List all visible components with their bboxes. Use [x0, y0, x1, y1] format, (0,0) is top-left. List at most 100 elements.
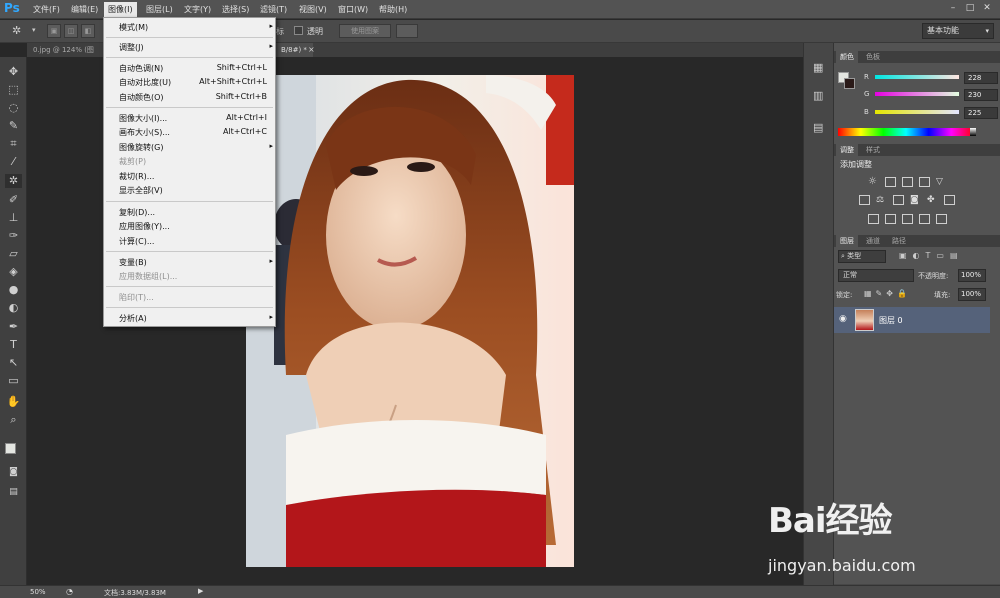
r-slider[interactable] [875, 75, 959, 79]
status-info-icon[interactable]: ◔ [66, 587, 73, 596]
layer-filter-icons[interactable]: ▣◐T▭▤ [899, 251, 964, 260]
color-spectrum-bar[interactable] [838, 128, 974, 136]
color-balance-icon[interactable]: ⚖ [876, 195, 887, 205]
invert-icon[interactable] [868, 214, 879, 224]
tab-document-1[interactable]: 0.jpg @ 124% (图 [27, 43, 100, 57]
shape-tool-icon[interactable]: ▭ [5, 374, 22, 388]
photo-filter-icon[interactable]: ◙ [910, 195, 921, 205]
eyedropper-tool-icon[interactable]: ⁄ [5, 155, 22, 169]
pen-tool-icon[interactable]: ✒ [5, 320, 22, 334]
tab-channels[interactable]: 通道 [862, 235, 884, 247]
crop-tool-icon[interactable]: ⌗ [5, 137, 22, 151]
tab-color[interactable]: 颜色 [836, 51, 858, 63]
b-value-input[interactable]: 225 [964, 107, 998, 119]
transparent-checkbox[interactable] [294, 26, 303, 35]
layer-filter-select[interactable]: ⌕ 类型 [838, 250, 886, 263]
history-brush-tool-icon[interactable]: ✑ [5, 229, 22, 243]
menu-item-image-rotation[interactable]: 图像旋转(G) ▸ [119, 142, 273, 153]
b-slider[interactable] [875, 110, 959, 114]
pattern-picker[interactable] [396, 24, 418, 38]
menu-select[interactable]: 选择(S) [222, 4, 249, 15]
layer-name[interactable]: 图层 0 [879, 315, 903, 326]
curves-icon[interactable] [902, 177, 913, 187]
menu-image[interactable]: 图像(I) [104, 2, 137, 17]
subtract-selection-icon[interactable]: ◧ [81, 24, 95, 38]
threshold-icon[interactable] [902, 214, 913, 224]
screen-mode-icon[interactable]: ▤ [5, 485, 22, 499]
g-value-input[interactable]: 230 [964, 89, 998, 101]
menu-filter[interactable]: 滤镜(T) [260, 4, 287, 15]
lock-icons[interactable]: ▦✎✥🔒 [864, 289, 911, 298]
black-white-icon[interactable] [893, 195, 904, 205]
eraser-tool-icon[interactable]: ▱ [5, 247, 22, 261]
blend-mode-select[interactable]: 正常 [838, 269, 914, 282]
tool-preset-dropdown-icon[interactable]: ▾ [32, 26, 36, 34]
selective-color-icon[interactable] [936, 214, 947, 224]
levels-icon[interactable] [885, 177, 896, 187]
tab-swatches[interactable]: 色板 [862, 51, 884, 63]
workspace-select[interactable]: 基本功能 ▾ [922, 23, 994, 39]
g-slider[interactable] [875, 92, 959, 96]
visibility-eye-icon[interactable]: ◉ [839, 314, 847, 324]
menu-item-trim[interactable]: 裁切(R)... [119, 171, 269, 182]
menu-item-canvas-size[interactable]: 画布大小(S)... Alt+Ctrl+C [119, 127, 269, 138]
brush-tool-icon[interactable]: ✐ [5, 193, 22, 207]
tab-layers[interactable]: 图层 [836, 235, 858, 247]
tab-styles[interactable]: 样式 [862, 144, 884, 156]
posterize-icon[interactable] [885, 214, 896, 224]
restore-icon[interactable]: □ [963, 3, 977, 14]
channel-mixer-icon[interactable]: ✤ [927, 195, 938, 205]
marquee-tool-icon[interactable]: ⬚ [5, 83, 22, 97]
menu-window[interactable]: 窗口(W) [338, 4, 368, 15]
blur-tool-icon[interactable]: ● [5, 283, 22, 297]
r-value-input[interactable]: 228 [964, 72, 998, 84]
document-image[interactable] [246, 75, 574, 567]
vibrance-icon[interactable]: ▽ [936, 177, 947, 187]
gradient-map-icon[interactable] [919, 214, 930, 224]
tab-paths[interactable]: 路径 [888, 235, 910, 247]
brightness-icon[interactable]: ☼ [868, 177, 879, 187]
patch-tool-icon[interactable]: ✲ [5, 174, 22, 188]
stamp-tool-icon[interactable]: ⊥ [5, 211, 22, 225]
fill-input[interactable]: 100% [958, 288, 986, 301]
use-pattern-button[interactable]: 使用图案 [339, 24, 391, 38]
color-lookup-icon[interactable] [944, 195, 955, 205]
zoom-level[interactable]: 50% [30, 588, 46, 596]
menu-item-auto-contrast[interactable]: 自动对比度(U) Alt+Shift+Ctrl+L [119, 77, 269, 88]
menu-item-analysis[interactable]: 分析(A) ▸ [119, 313, 273, 324]
menu-item-calculations[interactable]: 计算(C)... [119, 236, 269, 247]
gradient-tool-icon[interactable]: ◈ [5, 265, 22, 279]
move-tool-icon[interactable]: ✥ [5, 65, 22, 79]
menu-item-apply-image[interactable]: 应用图像(Y)... [119, 221, 269, 232]
exposure-icon[interactable] [919, 177, 930, 187]
menu-item-adjustments[interactable]: 调整(J) ▸ [119, 42, 273, 53]
dodge-tool-icon[interactable]: ◐ [5, 301, 22, 315]
path-select-tool-icon[interactable]: ↖ [5, 356, 22, 370]
menu-type[interactable]: 文字(Y) [184, 4, 211, 15]
hand-tool-icon[interactable]: ✋ [5, 395, 22, 409]
lasso-tool-icon[interactable]: ◌ [5, 101, 22, 115]
menu-layer[interactable]: 图层(L) [146, 4, 173, 15]
history-icon[interactable]: ▦ [813, 61, 823, 74]
quick-select-tool-icon[interactable]: ✎ [5, 119, 22, 133]
menu-item-auto-color[interactable]: 自动颜色(O) Shift+Ctrl+B [119, 92, 269, 103]
hue-saturation-icon[interactable] [859, 195, 870, 205]
add-selection-icon[interactable]: ◫ [64, 24, 78, 38]
quick-mask-icon[interactable]: ◙ [5, 465, 22, 479]
opacity-input[interactable]: 100% [958, 269, 986, 282]
menu-file[interactable]: 文件(F) [33, 4, 60, 15]
menu-help[interactable]: 帮助(H) [379, 4, 407, 15]
tab-adjustments[interactable]: 调整 [836, 144, 858, 156]
black-white-ramp[interactable] [970, 128, 976, 136]
menu-item-variables[interactable]: 变量(B) ▸ [119, 257, 273, 268]
menu-edit[interactable]: 编辑(E) [71, 4, 98, 15]
menu-item-mode[interactable]: 模式(M) ▸ [119, 22, 273, 33]
bg-color-swatch[interactable] [844, 78, 855, 89]
new-selection-icon[interactable]: ▣ [47, 24, 61, 38]
menu-item-duplicate[interactable]: 复制(D)... [119, 207, 269, 218]
menu-view[interactable]: 视图(V) [299, 4, 327, 15]
actions-icon[interactable]: ▤ [813, 121, 823, 134]
menu-item-auto-tone[interactable]: 自动色调(N) Shift+Ctrl+L [119, 63, 269, 74]
properties-icon[interactable]: ▥ [813, 89, 823, 102]
tab-close-icon[interactable]: × [308, 45, 315, 54]
